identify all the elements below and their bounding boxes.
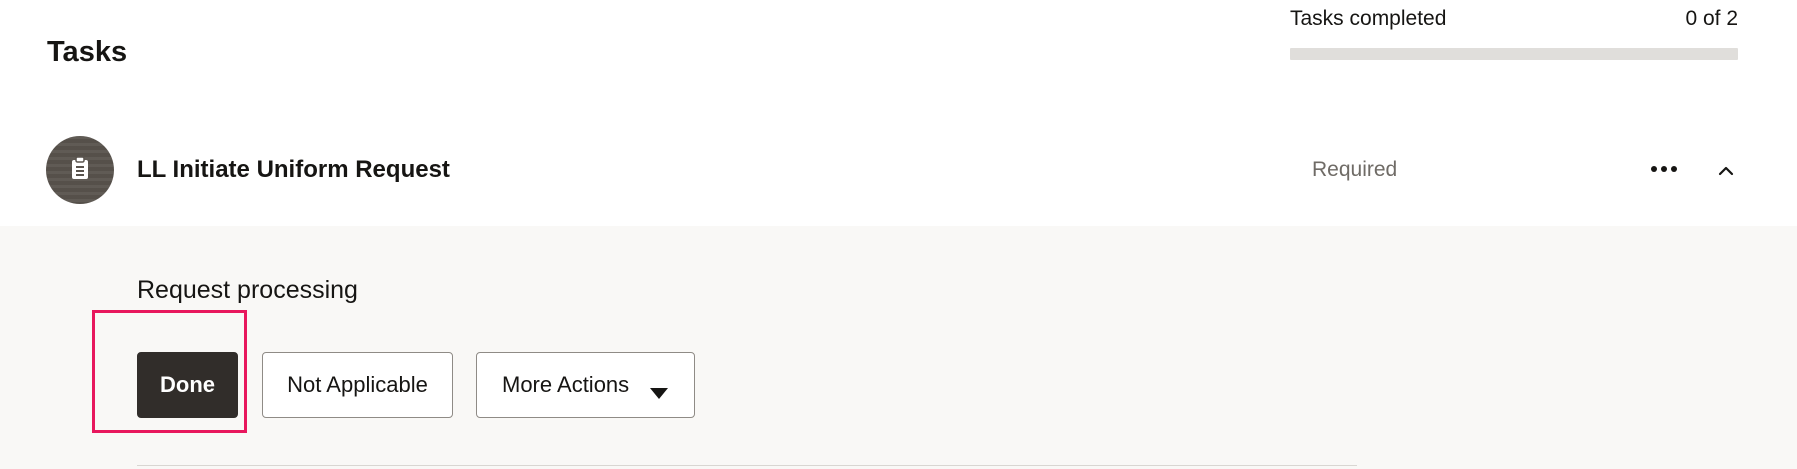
task-avatar bbox=[46, 136, 114, 204]
task-description: Request processing bbox=[137, 276, 358, 304]
not-applicable-button[interactable]: Not Applicable bbox=[262, 352, 453, 418]
more-actions-label: More Actions bbox=[502, 372, 630, 397]
task-details-panel: Request processing Done Not Applicable M… bbox=[0, 226, 1797, 469]
progress-count: 0 of 2 bbox=[1685, 7, 1738, 30]
task-collapse-button[interactable] bbox=[1706, 152, 1746, 192]
panel-divider bbox=[137, 465, 1357, 466]
task-more-options-button[interactable] bbox=[1644, 149, 1684, 189]
tasks-progress: Tasks completed 0 of 2 bbox=[1290, 6, 1738, 60]
done-button[interactable]: Done bbox=[137, 352, 238, 418]
more-actions-button[interactable]: More Actions bbox=[476, 352, 695, 418]
caret-down-icon bbox=[650, 379, 668, 405]
progress-header: Tasks completed 0 of 2 bbox=[1290, 6, 1738, 32]
ellipsis-icon bbox=[1650, 160, 1678, 178]
task-title: LL Initiate Uniform Request bbox=[137, 156, 450, 183]
task-row[interactable]: LL Initiate Uniform Request Required bbox=[0, 128, 1797, 224]
task-status: Required bbox=[1312, 158, 1398, 181]
progress-bar bbox=[1290, 48, 1738, 60]
page-title: Tasks bbox=[47, 36, 128, 68]
clipboard-icon bbox=[70, 155, 90, 185]
chevron-up-icon bbox=[1718, 163, 1734, 181]
tasks-page: Tasks Tasks completed 0 of 2 LL Initiate… bbox=[0, 0, 1797, 469]
progress-label: Tasks completed bbox=[1290, 7, 1447, 30]
